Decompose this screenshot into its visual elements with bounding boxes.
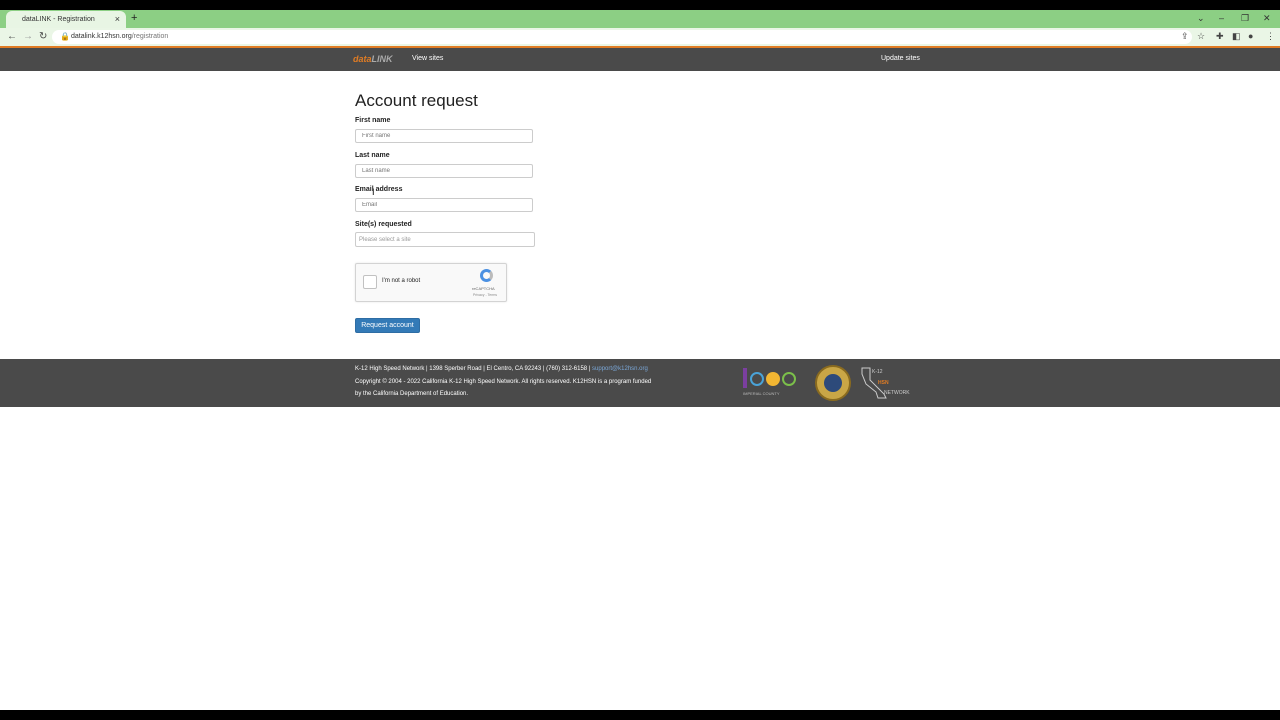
page-title: Account request bbox=[355, 91, 478, 110]
sites-label: Site(s) requested bbox=[355, 221, 412, 228]
icoe-logo[interactable]: IMPERIAL COUNTY bbox=[743, 366, 799, 400]
reload-icon[interactable]: ↻ bbox=[39, 31, 47, 42]
brand-link: LINK bbox=[371, 54, 393, 64]
footer-copyright: Copyright © 2004 - 2022 California K-12 … bbox=[355, 379, 652, 385]
minimize-icon[interactable]: – bbox=[1219, 13, 1224, 23]
last-name-input[interactable] bbox=[355, 164, 533, 178]
brand-logo[interactable]: dataLINK bbox=[353, 54, 393, 64]
share-icon[interactable]: ⇪ bbox=[1181, 31, 1189, 42]
tab-close-icon[interactable]: × bbox=[115, 14, 120, 24]
screen-top-bar bbox=[0, 0, 1280, 10]
site-navbar bbox=[0, 48, 1280, 71]
url-text[interactable]: datalink.k12hsn.org/registration bbox=[71, 33, 168, 40]
browser-menu-icon[interactable]: ⋮ bbox=[1266, 31, 1275, 42]
nav-view-sites[interactable]: View sites bbox=[412, 55, 443, 62]
logo-bar bbox=[743, 368, 747, 388]
window-close-icon[interactable]: ✕ bbox=[1263, 13, 1271, 24]
brand-data: data bbox=[353, 54, 372, 64]
last-name-label: Last name bbox=[355, 152, 390, 159]
forward-icon[interactable]: → bbox=[23, 31, 33, 42]
hsn-line3: NETWORK bbox=[884, 390, 910, 396]
california-seal-logo[interactable] bbox=[815, 365, 851, 401]
nav-update-sites[interactable]: Update sites bbox=[881, 55, 920, 62]
recaptcha-checkbox[interactable] bbox=[363, 275, 377, 289]
seal-inner bbox=[824, 374, 842, 392]
main-content bbox=[0, 71, 1280, 359]
new-tab-icon[interactable]: + bbox=[131, 12, 137, 24]
url-path: /registration bbox=[131, 33, 169, 40]
text-cursor-icon: I bbox=[372, 187, 375, 197]
logo-circle-green bbox=[782, 372, 796, 386]
k12hsn-logo[interactable]: K-12 HSN NETWORK bbox=[860, 366, 920, 400]
first-name-label: First name bbox=[355, 117, 391, 124]
side-panel-icon[interactable]: ◧ bbox=[1232, 31, 1241, 42]
email-input[interactable] bbox=[355, 198, 533, 212]
first-name-input[interactable] bbox=[355, 129, 533, 143]
page-blank-area bbox=[0, 407, 1280, 710]
back-icon[interactable]: ← bbox=[7, 31, 17, 42]
tab-title: dataLINK - Registration bbox=[22, 16, 95, 23]
screen-bottom-bar bbox=[0, 710, 1280, 720]
recaptcha-brand: reCAPTCHA bbox=[472, 286, 495, 291]
recaptcha-label: I'm not a robot bbox=[382, 278, 421, 284]
address-bar[interactable] bbox=[52, 30, 1192, 44]
lock-icon[interactable]: 🔒 bbox=[60, 32, 70, 41]
bookmark-star-icon[interactable]: ☆ bbox=[1197, 31, 1205, 42]
footer-line1: K-12 High Speed Network | 1398 Sperber R… bbox=[355, 366, 591, 372]
hsn-line2: HSN bbox=[878, 380, 889, 386]
recaptcha-logo-icon bbox=[480, 269, 493, 282]
browser-tab[interactable]: dataLINK - Registration × bbox=[6, 11, 126, 28]
recaptcha-terms[interactable]: Privacy - Terms bbox=[473, 293, 497, 297]
profile-avatar-icon[interactable]: ● bbox=[1248, 31, 1253, 41]
tab-search-chevron-icon[interactable]: ⌄ bbox=[1197, 13, 1205, 24]
sites-select[interactable]: Please select a site bbox=[355, 232, 535, 247]
logo-circle-yellow bbox=[766, 372, 780, 386]
footer-funding: by the California Department of Educatio… bbox=[355, 391, 469, 397]
footer-email-link[interactable]: support@k12hsn.org bbox=[592, 366, 648, 372]
url-host: datalink.k12hsn.org bbox=[71, 33, 132, 40]
footer-address: K-12 High Speed Network | 1398 Sperber R… bbox=[355, 366, 648, 372]
maximize-icon[interactable]: ❐ bbox=[1241, 13, 1249, 24]
icoe-logo-subtitle: IMPERIAL COUNTY bbox=[743, 391, 780, 396]
hsn-line1: K-12 bbox=[872, 369, 883, 375]
extensions-icon[interactable]: ✚ bbox=[1216, 31, 1224, 42]
email-label: Email address bbox=[355, 186, 403, 193]
logo-circle-blue bbox=[750, 372, 764, 386]
request-account-button[interactable]: Request account bbox=[355, 318, 420, 333]
recaptcha-widget: I'm not a robot reCAPTCHA Privacy - Term… bbox=[355, 263, 507, 302]
browser-tab-strip: dataLINK - Registration × bbox=[0, 10, 1280, 28]
